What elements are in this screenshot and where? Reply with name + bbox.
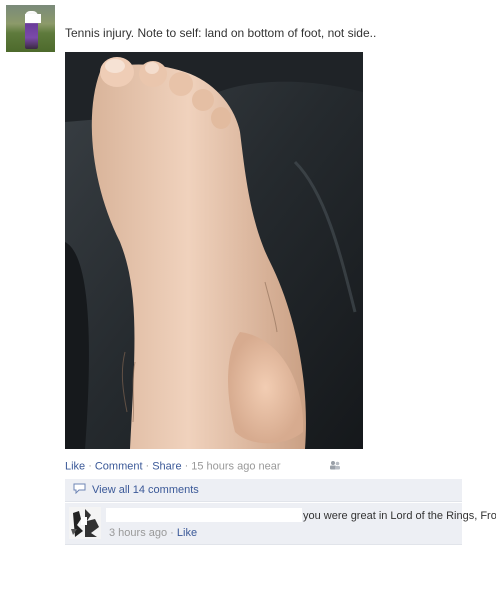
separator: · [170,527,174,539]
post-status-text: Tennis injury. Note to self: land on bot… [65,26,377,40]
avatar-redaction [25,14,41,23]
comments-section: View all 14 comments you were great in L… [65,479,496,545]
view-all-comments-row[interactable]: View all 14 comments [65,479,462,502]
comment-like-link[interactable]: Like [177,527,197,539]
comment-timestamp[interactable]: 3 hours ago [109,527,167,539]
poster-avatar[interactable] [6,5,55,52]
post-actions-bar: Like · Comment · Share · 15 hours ago near [65,460,341,473]
like-link[interactable]: Like [65,460,85,472]
comment-text: you were great in Lord of the Rings, Fro… [303,510,496,522]
commenter-name-redaction [106,508,302,522]
separator: · [145,460,150,473]
separator: · [184,460,189,473]
separator: · [88,460,92,473]
comment-link[interactable]: Comment [95,460,143,472]
share-link[interactable]: Share [152,460,181,472]
post-photo[interactable] [65,52,363,449]
comment-item: you were great in Lord of the Rings, Fro… [65,502,496,545]
people-tag-icon[interactable] [329,460,341,473]
view-all-comments-link[interactable]: View all 14 comments [92,484,199,496]
commenter-avatar[interactable] [69,507,101,539]
comment-meta: 3 hours ago · Like [109,527,197,539]
foot-photo-image [65,52,363,449]
comment-bubble-icon [73,483,86,497]
location-redaction [283,461,318,472]
post-timestamp[interactable]: 15 hours ago near [191,460,280,472]
